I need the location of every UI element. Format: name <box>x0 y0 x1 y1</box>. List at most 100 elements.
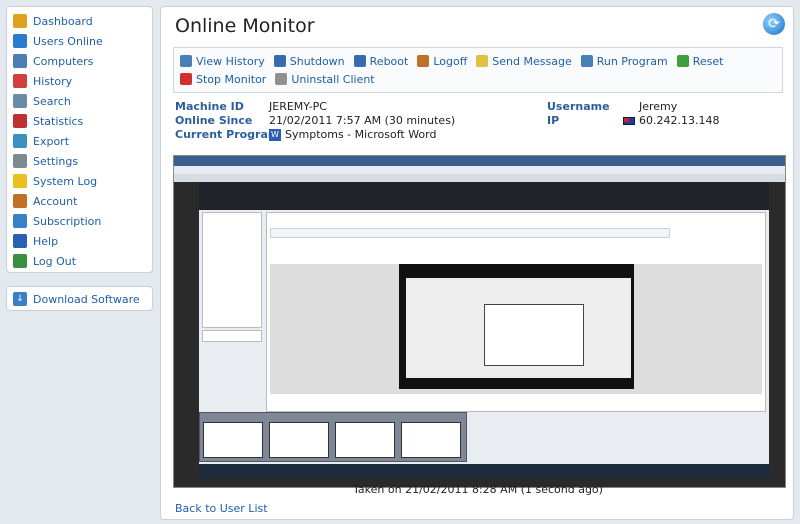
sidebar-item-computers[interactable]: Computers <box>7 51 152 71</box>
sidebar-item-dashboard[interactable]: Dashboard <box>7 11 152 31</box>
sidebar-item-users-online[interactable]: Users Online <box>7 31 152 51</box>
chart-icon <box>13 114 27 128</box>
current-program-text: Symptoms - Microsoft Word <box>285 128 437 141</box>
current-program-label: Current Program <box>175 128 280 141</box>
download-software-link[interactable]: ↓ Download Software <box>7 287 152 311</box>
sidebar-item-label: Help <box>33 234 59 248</box>
send-message-button[interactable]: Send Message <box>476 52 572 70</box>
home-icon <box>13 14 27 28</box>
help-icon <box>13 234 27 248</box>
toolbar-button-label: Run Program <box>596 54 668 68</box>
toolbar-button-label: Send Message <box>492 54 572 68</box>
sidebar-item-label: Users Online <box>33 34 103 48</box>
toolbar-button-label: Uninstall Client <box>291 72 375 86</box>
sidebar-item-label: Settings <box>33 154 79 168</box>
warning-icon <box>13 174 27 188</box>
logoff-button[interactable]: Logoff <box>417 52 467 70</box>
logout-icon <box>13 254 27 268</box>
toolbar-button-label: Logoff <box>433 54 468 68</box>
screenshot-timestamp: Taken on 21/02/2011 8:28 AM (1 second ag… <box>353 483 603 496</box>
account-icon <box>13 194 27 208</box>
uninstall-icon <box>275 73 288 85</box>
message-icon <box>476 55 489 67</box>
ip-value: 60.242.13.148 <box>623 114 719 127</box>
main-panel: Online Monitor ⟳ View History Shutdown Reb… <box>160 6 794 520</box>
toolbar: View History Shutdown Reboot Logoff Send Mes… <box>173 47 783 93</box>
username-value: Jeremy <box>639 100 678 113</box>
reset-icon <box>676 55 689 67</box>
calendar-icon <box>13 74 27 88</box>
run-program-button[interactable]: Run Program <box>580 52 668 70</box>
history-icon <box>180 55 192 67</box>
back-to-user-list-link[interactable]: Back to User List <box>175 502 268 515</box>
sidebar-item-label: Statistics <box>33 114 84 128</box>
reboot-button[interactable]: Reboot <box>353 52 409 70</box>
sidebar-item-export[interactable]: Export <box>7 131 152 151</box>
sidebar-item-system-log[interactable]: System Log <box>7 171 152 191</box>
toolbar-button-label: Stop Monitor <box>196 72 267 86</box>
screenshot-bookmarks <box>174 174 785 182</box>
subscription-icon <box>13 214 27 228</box>
toolbar-button-label: Reset <box>692 54 724 68</box>
online-since-label: Online Since <box>175 114 253 127</box>
sidebar-item-label: Subscription <box>33 214 102 228</box>
sidebar-item-account[interactable]: Account <box>7 191 152 211</box>
screenshot-toolbar <box>270 228 670 238</box>
screenshot-nested-dialog <box>484 304 584 366</box>
sidebar-item-label: Dashboard <box>33 14 93 28</box>
screenshot-thumbnail-2 <box>269 422 329 458</box>
sidebar-item-label: Account <box>33 194 78 208</box>
screenshot-address-bar <box>174 166 785 174</box>
screenshot-thumbnail-4 <box>401 422 461 458</box>
sidebar-item-label: Log Out <box>33 254 77 268</box>
download-software-label: Download Software <box>33 292 140 306</box>
toolbar-button-label: Reboot <box>369 54 409 68</box>
sidebar-item-settings[interactable]: Settings <box>7 151 152 171</box>
sidebar-item-label: System Log <box>33 174 98 188</box>
toolbar-button-label: Shutdown <box>289 54 345 68</box>
screenshot-download-box <box>202 330 262 342</box>
stop-icon <box>180 73 192 85</box>
program-icon <box>580 55 593 67</box>
screenshot-sidebar <box>202 212 262 328</box>
page-title: Online Monitor <box>175 15 315 37</box>
shutdown-button[interactable]: Shutdown <box>273 52 345 70</box>
reset-button[interactable]: Reset <box>676 52 724 70</box>
username-label: Username <box>547 100 610 113</box>
refresh-icon[interactable]: ⟳ <box>763 13 785 35</box>
reboot-icon <box>353 55 366 67</box>
download-icon: ↓ <box>13 292 27 306</box>
sidebar-item-log-out[interactable]: Log Out <box>7 251 152 271</box>
uninstall-client-button[interactable]: Uninstall Client <box>275 70 375 88</box>
sidebar-item-help[interactable]: Help <box>7 231 152 251</box>
gear-icon <box>13 154 27 168</box>
sidebar-item-label: Computers <box>33 54 94 68</box>
sidebar-item-label: History <box>33 74 73 88</box>
screenshot-taskbar <box>199 464 769 478</box>
online-since-value: 21/02/2011 7:57 AM (30 minutes) <box>269 114 456 127</box>
stop-monitor-button[interactable]: Stop Monitor <box>180 70 266 88</box>
computer-icon <box>13 54 27 68</box>
remote-screenshot[interactable] <box>173 155 786 488</box>
shutdown-icon <box>273 55 286 67</box>
sidebar-item-search[interactable]: Search <box>7 91 152 111</box>
current-program-value: W Symptoms - Microsoft Word <box>269 128 436 141</box>
sidebar-item-statistics[interactable]: Statistics <box>7 111 152 131</box>
screenshot-thumbnail-3 <box>335 422 395 458</box>
sidebar-item-label: Search <box>33 94 71 108</box>
sidebar-item-subscription[interactable]: Subscription <box>7 211 152 231</box>
machine-id-value: JEREMY-PC <box>269 100 327 113</box>
view-history-button[interactable]: View History <box>180 52 265 70</box>
ip-text: 60.242.13.148 <box>639 114 720 127</box>
machine-id-label: Machine ID <box>175 100 244 113</box>
sidebar-item-history[interactable]: History <box>7 71 152 91</box>
toolbar-button-label: View History <box>196 54 265 68</box>
sidebar-item-label: Export <box>33 134 70 148</box>
magnifier-icon <box>13 94 27 108</box>
download-panel: ↓ Download Software <box>6 286 153 311</box>
screenshot-page-header <box>199 182 769 210</box>
export-icon <box>13 134 27 148</box>
logoff-icon <box>417 55 430 67</box>
ip-label: IP <box>547 114 560 127</box>
screenshot-thumbnail-1 <box>203 422 263 458</box>
